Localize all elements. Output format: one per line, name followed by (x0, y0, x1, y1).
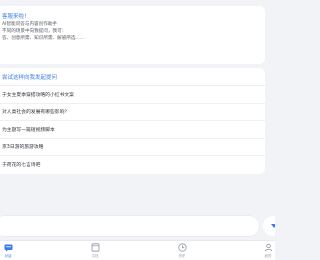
intro-line: 答、创意所需、知识所需、解惑所选...... (2, 36, 85, 41)
input-bar (0, 215, 275, 237)
suggestions-header: 尝试这样向我发起提问 (0, 68, 265, 86)
message-input[interactable] (0, 216, 259, 236)
suggestion-item[interactable]: 为主题写一篇短视频脚本 (0, 121, 265, 139)
tab-label: 我的 (264, 253, 272, 258)
bottom-tab-bar: 对话 文档 历史 我的 (0, 240, 275, 260)
suggestion-item[interactable]: 对人类社会的发展有哪些影响？ (0, 104, 265, 121)
chat-icon (3, 243, 13, 252)
tab-docs[interactable]: 文档 (75, 243, 115, 260)
suggestion-item[interactable]: 于荷花的七言诗吧 (0, 156, 265, 174)
suggestion-item[interactable]: 于女主夏季穿搭攻略的小红书文案 (0, 86, 265, 104)
app-page: 客服来啦！ AI智能问答与内容创作助手 不同的场景中向我提问，我可： 答、创意所… (0, 0, 275, 260)
send-button[interactable] (263, 216, 275, 236)
intro-title: 客服来啦！ (2, 14, 30, 20)
chevron-down-icon (271, 224, 275, 228)
intro-card: 客服来啦！ AI智能问答与内容创作助手 不同的场景中向我提问，我可： 答、创意所… (0, 6, 265, 64)
document-icon (90, 243, 100, 252)
tab-profile[interactable]: 我的 (248, 243, 275, 260)
intro-line: 不同的场景中向我提问，我可： (2, 29, 67, 34)
clock-icon (177, 243, 187, 252)
tab-label: 对话 (4, 253, 12, 258)
tab-history[interactable]: 历史 (162, 243, 202, 260)
suggestions-card: 尝试这样向我发起提问 于女主夏季穿搭攻略的小红书文案 对人类社会的发展有哪些影响… (0, 68, 265, 174)
tab-chat[interactable]: 对话 (0, 243, 28, 260)
intro-line: AI智能问答与内容创作助手 (2, 22, 58, 27)
tab-label: 历史 (178, 253, 186, 258)
profile-icon (263, 243, 273, 252)
tab-label: 文档 (91, 253, 99, 258)
suggestion-item[interactable]: 京3日游的旅游攻略 (0, 139, 265, 156)
